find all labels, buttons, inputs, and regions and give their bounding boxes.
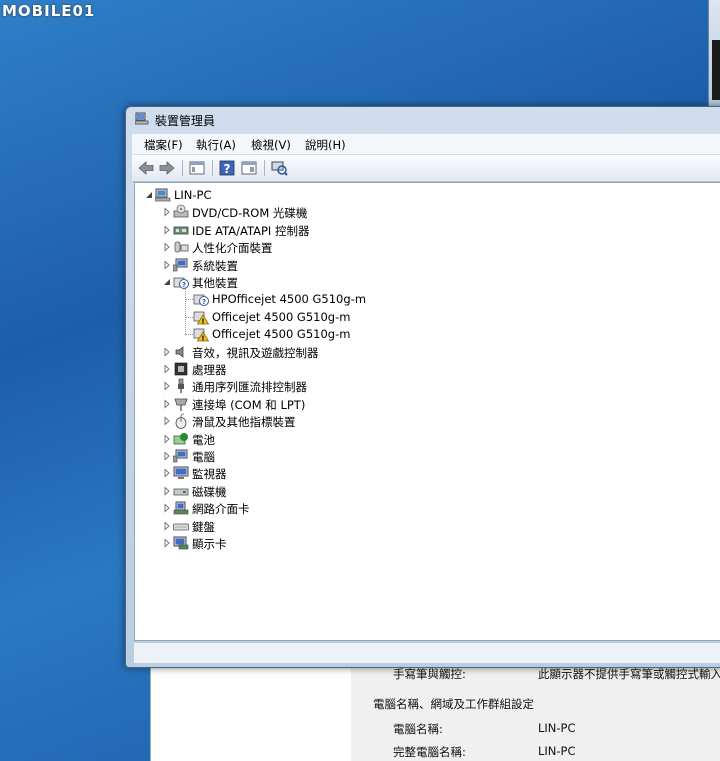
display-adapter-icon — [173, 536, 189, 550]
scan-hardware-changes-icon[interactable] — [270, 159, 288, 177]
menu-view[interactable]: 檢視(V) — [251, 137, 291, 153]
port-icon — [174, 398, 188, 411]
toolbar: ? — [132, 155, 720, 182]
expand-arrow-icon[interactable] — [163, 468, 171, 478]
tree-node-label: 系統裝置 — [192, 258, 238, 273]
help-icon[interactable]: ? — [218, 159, 236, 177]
device-tree-pane[interactable]: LIN-PC DVD/CD-ROM 光碟機 IDE ATA/ATAPI 控制器 人性化… — [134, 182, 720, 641]
tree-node-label: IDE ATA/ATAPI 控制器 — [192, 223, 310, 238]
tree-node-label: 顯示卡 — [192, 537, 227, 551]
other-device-icon: ? — [173, 277, 189, 289]
usb-icon — [178, 379, 184, 394]
tree-connector — [185, 334, 193, 336]
tree-node-label: 監視器 — [192, 467, 227, 482]
svg-text:?: ? — [202, 298, 206, 306]
tree-connector — [185, 287, 186, 335]
expand-arrow-icon[interactable] — [163, 503, 171, 513]
toolbar-separator — [212, 160, 213, 176]
forward-arrow-icon[interactable] — [158, 159, 176, 177]
computer-name-label: 電腦名稱: — [393, 722, 443, 736]
expand-arrow-icon[interactable] — [163, 433, 171, 444]
tree-node-label: Officejet 4500 G510g-m — [212, 309, 351, 324]
tree-connector — [185, 299, 193, 301]
tree-node-label: 滑鼠及其他指標裝置 — [192, 415, 296, 430]
ide-controller-icon — [173, 226, 189, 235]
status-bar — [134, 642, 720, 663]
disk-drive-icon — [173, 488, 189, 496]
full-computer-name-value: LIN-PC — [538, 744, 576, 758]
touch-label: 手寫筆與觸控: — [393, 667, 466, 681]
expand-arrow-icon[interactable] — [163, 451, 171, 461]
system-device-icon — [173, 258, 188, 271]
expand-arrow-icon[interactable] — [163, 538, 171, 548]
tree-node-label: 處理器 — [192, 363, 227, 377]
computer-name-section-title: 電腦名稱、網域及工作群組設定 — [373, 697, 534, 711]
tree-node-label: 通用序列匯流排控制器 — [192, 380, 307, 395]
collapse-arrow-icon[interactable] — [145, 190, 153, 200]
warning-device-icon: ! — [193, 311, 209, 325]
back-arrow-icon[interactable] — [137, 159, 155, 177]
menu-help[interactable]: 說明(H) — [305, 137, 346, 153]
computer-name-value: LIN-PC — [538, 721, 576, 735]
tree-node-label: DVD/CD-ROM 光碟機 — [192, 206, 308, 221]
touch-value: 此顯示器不提供手寫筆或觸控式輸入 — [538, 667, 720, 681]
battery-icon — [173, 432, 188, 444]
mouse-icon — [175, 413, 187, 430]
expand-arrow-icon[interactable] — [163, 486, 171, 496]
dvd-drive-icon — [173, 205, 189, 218]
collapse-arrow-icon[interactable] — [163, 277, 171, 287]
processor-icon — [174, 362, 188, 376]
device-manager-icon — [135, 112, 149, 125]
warning-device-icon: ! — [193, 328, 209, 342]
title-bar[interactable]: 裝置管理員 — [126, 107, 720, 131]
svg-text:!: ! — [201, 334, 204, 342]
expand-arrow-icon[interactable] — [163, 381, 171, 391]
device-manager-window[interactable]: 裝置管理員 檔案(F) 執行(A) 檢視(V) 說明(H) ? LIN-PC D… — [125, 106, 720, 668]
background-window-dark-edge — [712, 40, 720, 100]
unknown-device-icon: ? — [193, 294, 209, 307]
expand-arrow-icon[interactable] — [163, 399, 171, 409]
tree-node-label: 鍵盤 — [192, 519, 215, 534]
expand-arrow-icon[interactable] — [163, 225, 171, 235]
hid-icon — [174, 241, 189, 253]
tree-node-label: 磁碟機 — [192, 484, 227, 499]
show-hide-console-tree-icon[interactable] — [188, 159, 206, 177]
tree-node-label: 人性化介面裝置 — [192, 241, 273, 256]
tree-node-label: 其他裝置 — [192, 276, 238, 290]
computer-root — [155, 188, 171, 202]
full-computer-name-label: 完整電腦名稱: — [393, 745, 466, 759]
toolbar-separator — [264, 160, 265, 176]
properties-pane-icon[interactable] — [240, 159, 258, 177]
network-adapter-icon — [173, 501, 189, 515]
expand-arrow-icon[interactable] — [163, 346, 171, 357]
expand-arrow-icon[interactable] — [163, 242, 171, 252]
expand-arrow-icon[interactable] — [163, 364, 171, 374]
computer-icon — [173, 449, 188, 463]
tree-node-label: 電腦 — [192, 450, 215, 464]
tree-node-label: 連接埠 (COM 和 LPT) — [192, 397, 306, 412]
svg-text:?: ? — [224, 162, 231, 176]
expand-arrow-icon[interactable] — [163, 207, 171, 217]
tree-node-label: Officejet 4500 G510g-m — [212, 327, 351, 342]
expand-arrow-icon[interactable] — [163, 259, 171, 270]
monitor-icon — [173, 466, 189, 480]
keyboard-icon — [173, 523, 189, 530]
svg-text:!: ! — [201, 317, 204, 325]
menu-bar: 檔案(F) 執行(A) 檢視(V) 說明(H) — [132, 134, 720, 155]
tree-node-label: 電池 — [192, 432, 215, 447]
toolbar-separator — [182, 160, 183, 176]
menu-file[interactable]: 檔案(F) — [144, 137, 183, 153]
mobile01-watermark: MOBILE01 — [2, 2, 96, 20]
tree-node-label: LIN-PC — [174, 188, 212, 202]
expand-arrow-icon[interactable] — [163, 520, 171, 531]
tree-connector — [185, 316, 193, 318]
tree-node-label: 音效，視訊及遊戲控制器 — [192, 345, 319, 360]
tree-node-label: 網路介面卡 — [192, 502, 250, 517]
expand-arrow-icon[interactable] — [163, 416, 171, 426]
speaker-icon — [175, 345, 184, 358]
menu-action[interactable]: 執行(A) — [196, 137, 236, 153]
tree-node-label: HPOfficejet 4500 G510g-m — [212, 292, 367, 307]
window-title: 裝置管理員 — [155, 114, 216, 128]
